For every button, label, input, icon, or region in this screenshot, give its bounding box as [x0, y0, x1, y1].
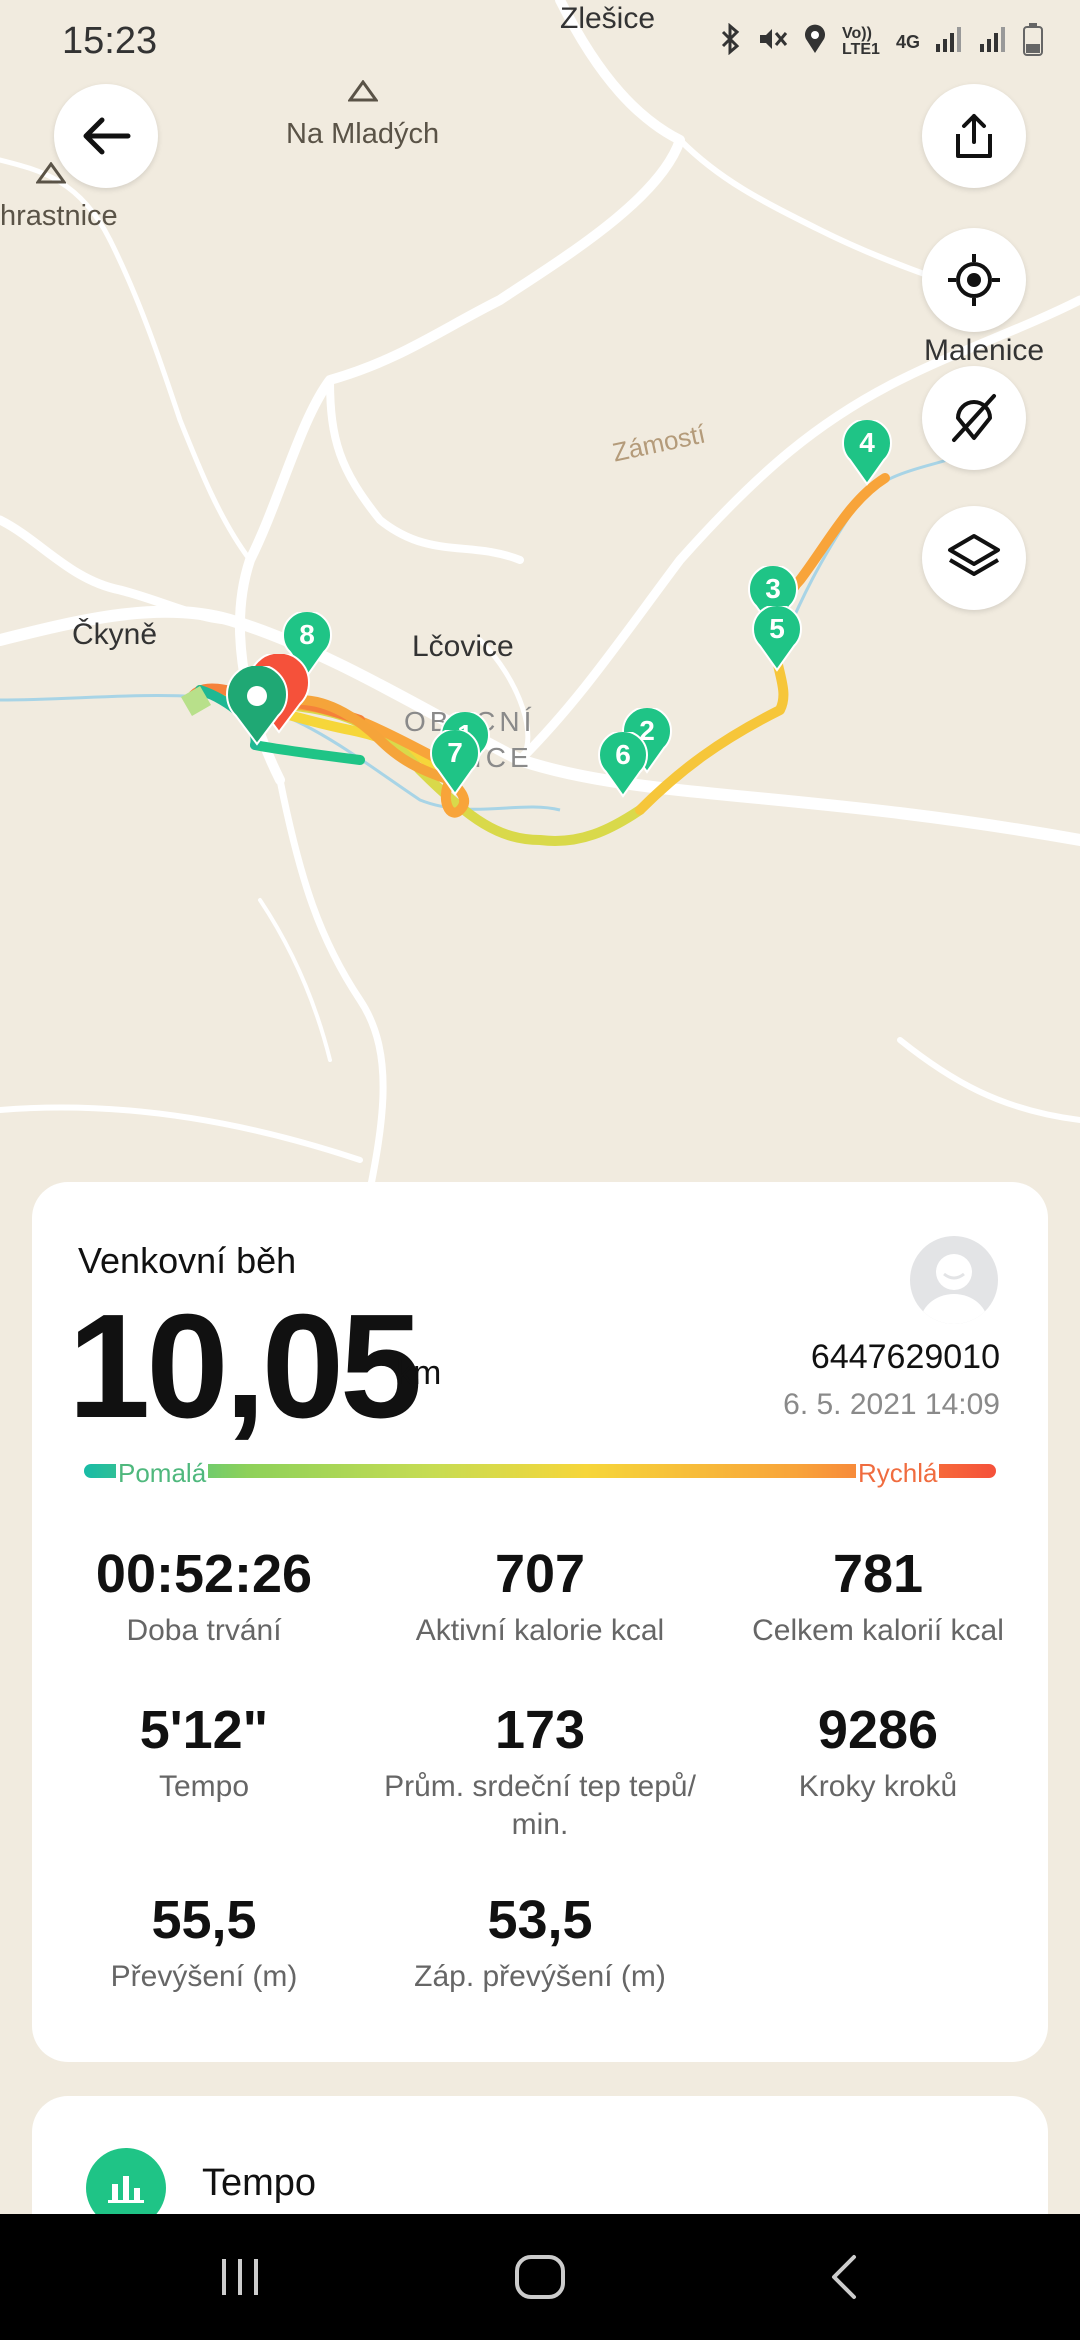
stat-value: 707 — [494, 1544, 586, 1604]
home-button[interactable] — [500, 2244, 580, 2310]
avatar[interactable] — [910, 1236, 998, 1324]
activity-type: Venkovní běh — [78, 1240, 297, 1281]
map-label-ckyne: Čkyně — [72, 618, 158, 651]
workout-date: 6. 5. 2021 14:09 — [783, 1388, 1000, 1421]
map-label-lcovice: Lčovice — [412, 630, 514, 663]
stat-elevation-gain: 55,5 Převýšení (m) — [34, 1890, 374, 1996]
battery-icon — [1022, 22, 1044, 62]
recent-apps-icon — [222, 2259, 258, 2295]
stat-label: Převýšení (m) — [110, 1960, 298, 1993]
stat-label: Doba trvání — [126, 1614, 282, 1647]
home-icon — [515, 2255, 565, 2299]
speed-fast-label: Rychlá — [856, 1458, 940, 1489]
stat-value: 173 — [494, 1700, 586, 1760]
stat-total-calories: 781 Celkem kalorií kcal — [708, 1544, 1048, 1650]
map-label-na-mladych: Na Mladých — [286, 118, 440, 150]
stat-label: Prům. srdeční tep tepů/ min. — [384, 1770, 696, 1841]
tempo-section-title: Tempo — [202, 2162, 317, 2204]
peak-icon — [36, 162, 66, 184]
stat-active-calories: 707 Aktivní kalorie kcal — [370, 1544, 710, 1650]
mute-icon — [756, 23, 788, 61]
stat-avg-heart-rate: 173 Prům. srdeční tep tepů/ min. — [370, 1700, 710, 1844]
location-icon — [802, 23, 828, 61]
signal-roaming-icon — [978, 24, 1008, 60]
route-marker-6[interactable]: 6 — [596, 732, 650, 798]
system-navigation-bar — [0, 2214, 1080, 2340]
layers-icon — [948, 534, 1000, 576]
stat-label: Celkem kalorií kcal — [752, 1614, 1004, 1647]
stat-label: Záp. převýšení (m) — [414, 1960, 666, 1993]
recent-apps-button[interactable] — [200, 2244, 280, 2310]
distance-unit: km — [396, 1354, 442, 1392]
bluetooth-icon — [718, 22, 742, 61]
layers-button[interactable] — [922, 506, 1026, 610]
system-back-button[interactable] — [804, 2244, 884, 2310]
stat-value: 781 — [832, 1544, 924, 1604]
route-marker-5[interactable]: 5 — [750, 606, 804, 672]
workout-summary-card: Venkovní běh 10,05 km 6447629010 6. 5. 2… — [32, 1182, 1048, 2062]
stat-value: 00:52:26 — [95, 1544, 313, 1604]
route-map[interactable]: Zlešice Na Mladých hrastnice Malenice Zá… — [0, 0, 1080, 1240]
map-roads — [0, 0, 1080, 1240]
stat-steps: 9286 Kroky kroků — [708, 1700, 1048, 1806]
share-icon — [956, 114, 992, 158]
distance-value: 10,05 — [68, 1284, 422, 1449]
stat-duration: 00:52:26 Doba trvání — [34, 1544, 374, 1650]
stat-value: 53,5 — [487, 1890, 593, 1950]
hide-route-button[interactable] — [922, 366, 1026, 470]
route-marker-7[interactable]: 7 — [428, 730, 482, 796]
locate-button[interactable] — [922, 228, 1026, 332]
route-start-marker[interactable] — [224, 666, 290, 746]
user-id: 6447629010 — [810, 1338, 1000, 1376]
system-back-icon — [832, 2255, 856, 2299]
status-time: 15:23 — [62, 20, 158, 62]
stat-value: 5'12" — [139, 1700, 269, 1760]
stat-label: Aktivní kalorie kcal — [415, 1614, 665, 1647]
stat-value: 9286 — [817, 1700, 939, 1760]
back-arrow-icon — [83, 117, 131, 155]
peak-icon — [348, 80, 378, 102]
4g-icon: 4G — [895, 31, 920, 52]
signal-icon — [934, 24, 964, 60]
stat-pace: 5'12" Tempo — [34, 1700, 374, 1806]
route-marker-4[interactable]: 4 — [840, 420, 894, 486]
status-bar: 15:23 Vo)) LTE1 4G — [0, 0, 1080, 80]
volte-icon: Vo)) LTE1 — [841, 25, 880, 58]
stat-label: Tempo — [158, 1770, 250, 1803]
stat-elevation-loss: 53,5 Záp. převýšení (m) — [370, 1890, 710, 1996]
user-avatar-icon — [920, 1254, 988, 1324]
stat-value: 55,5 — [151, 1890, 257, 1950]
speed-slow-label: Pomalá — [116, 1458, 209, 1489]
hide-route-icon — [952, 394, 996, 442]
back-button[interactable] — [54, 84, 158, 188]
map-label-hrastnice: hrastnice — [0, 200, 118, 232]
map-label-malenice: Malenice — [924, 334, 1045, 367]
share-button[interactable] — [922, 84, 1026, 188]
locate-icon — [948, 254, 1000, 306]
stat-label: Kroky kroků — [798, 1770, 958, 1803]
